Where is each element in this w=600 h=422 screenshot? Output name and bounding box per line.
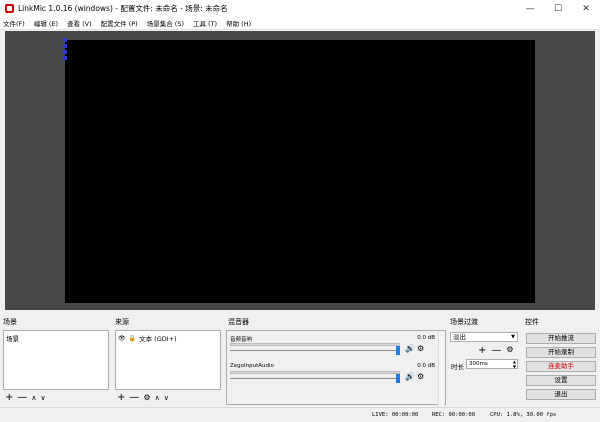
sources-list[interactable]: 👁 🔒 文本 (GDI+) <box>115 330 221 390</box>
duration-input[interactable]: 300ms ▲ ▼ <box>466 359 518 369</box>
scenes-dock-title: 场景 <box>3 318 17 326</box>
speaker-icon[interactable]: 🔊 <box>405 344 415 353</box>
source-settings-gear-icon[interactable]: ⚙ <box>143 393 150 403</box>
source-list-item[interactable]: 👁 🔒 文本 (GDI+) <box>118 333 177 344</box>
menu-edit[interactable]: 编辑 (E) <box>34 18 58 28</box>
exit-button[interactable]: 退出 <box>526 389 596 400</box>
window-title: LinkMic 1.0.16 (windows) - 配置文件: 未命名 - 场… <box>18 4 228 13</box>
move-source-down-button[interactable]: ∨ <box>164 393 169 403</box>
move-scene-down-button[interactable]: ∨ <box>41 393 46 403</box>
spinner-icon[interactable]: ▲ ▼ <box>513 359 516 369</box>
sources-dock-title: 来源 <box>115 318 129 326</box>
controls-dock-title: 控件 <box>525 318 539 326</box>
audio-mixer: 音频音响 0.0 dB 🔊 ⚙ ZegoInputAudio 0.0 dB 🔊 … <box>226 330 446 405</box>
menu-tools[interactable]: 工具 (T) <box>193 18 217 28</box>
start-stream-button[interactable]: 开始推流 <box>526 333 596 344</box>
sources-toolbar: + — ⚙ ∧ ∨ <box>117 392 173 404</box>
speaker-icon[interactable]: 🔊 <box>405 372 415 381</box>
transitions-dock-title: 场景过渡 <box>450 318 478 326</box>
maximize-button[interactable]: ☐ <box>544 0 572 17</box>
move-source-up-button[interactable]: ∧ <box>155 393 160 403</box>
mixer-channel-db: 0.0 dB <box>417 363 435 369</box>
audio-level-meter <box>230 343 400 346</box>
live-time: LIVE: 00:00:00 <box>372 412 419 418</box>
rec-time: REC: 00:00:00 <box>432 412 476 418</box>
app-logo-icon <box>5 4 14 13</box>
menu-help[interactable]: 帮助 (H) <box>226 18 251 28</box>
scenes-toolbar: + — ∧ ∨ <box>5 392 50 404</box>
linkmic-assistant-button[interactable]: 连麦助手 <box>526 361 596 372</box>
add-source-button[interactable]: + <box>117 393 125 403</box>
duration-label: 时长 <box>451 363 464 371</box>
close-button[interactable]: ✕ <box>572 0 600 17</box>
mixer-dock-title: 混音器 <box>228 318 249 326</box>
volume-slider[interactable] <box>230 374 400 383</box>
minimize-button[interactable]: — <box>516 0 544 17</box>
remove-source-button[interactable]: — <box>129 393 139 403</box>
audio-level-meter <box>230 371 400 374</box>
start-record-button[interactable]: 开始录制 <box>526 347 596 358</box>
scenes-list[interactable]: 场景 <box>3 330 109 390</box>
menu-profile[interactable]: 配置文件 (P) <box>101 18 138 28</box>
mixer-gear-icon[interactable]: ⚙ <box>417 372 424 381</box>
add-scene-button[interactable]: + <box>5 393 13 403</box>
volume-slider[interactable] <box>230 346 400 355</box>
add-transition-button[interactable]: + <box>478 345 486 356</box>
preview-canvas[interactable] <box>63 38 535 303</box>
preview-area[interactable] <box>5 31 595 310</box>
mixer-channel-name: 音频音响 <box>230 337 253 343</box>
menu-scene-collection[interactable]: 场景集合 (S) <box>147 18 184 28</box>
mixer-scrollbar[interactable] <box>438 332 444 405</box>
source-label: 文本 (GDI+) <box>139 335 177 343</box>
mixer-channel-name: ZegoInputAudio <box>230 363 274 369</box>
menu-file[interactable]: 文件(F) <box>3 18 25 28</box>
remove-scene-button[interactable]: — <box>17 393 27 403</box>
chevron-down-icon: ▼ <box>511 334 515 340</box>
mixer-gear-icon[interactable]: ⚙ <box>417 344 424 353</box>
scene-list-item[interactable]: 场景 <box>6 333 19 343</box>
duration-value: 300ms <box>469 361 488 367</box>
transition-toolbar: + — ⚙ <box>478 345 514 356</box>
cpu-fps: CPU: 1.8%, 30.00 fps <box>490 412 557 418</box>
text-source-selection-handle[interactable] <box>63 38 67 62</box>
menu-bar: 文件(F) 编辑 (E) 查看 (V) 配置文件 (P) 场景集合 (S) 工具… <box>0 17 600 30</box>
transition-gear-icon[interactable]: ⚙ <box>506 345 513 356</box>
volume-slider-thumb[interactable] <box>396 346 400 355</box>
volume-slider-thumb[interactable] <box>396 374 400 383</box>
mixer-channel-db: 0.0 dB <box>417 335 435 341</box>
title-bar: LinkMic 1.0.16 (windows) - 配置文件: 未命名 - 场… <box>0 0 600 17</box>
move-scene-up-button[interactable]: ∧ <box>31 393 36 403</box>
eye-icon[interactable]: 👁 <box>118 335 126 342</box>
menu-view[interactable]: 查看 (V) <box>67 18 92 28</box>
status-bar: LIVE: 00:00:00 REC: 00:00:00 CPU: 1.8%, … <box>0 407 600 422</box>
transition-select[interactable]: 淡出 ▼ <box>450 332 518 342</box>
transition-selected-value: 淡出 <box>453 333 466 341</box>
lock-icon[interactable]: 🔒 <box>129 335 136 342</box>
remove-transition-button[interactable]: — <box>491 345 501 356</box>
settings-button[interactable]: 设置 <box>526 375 596 386</box>
